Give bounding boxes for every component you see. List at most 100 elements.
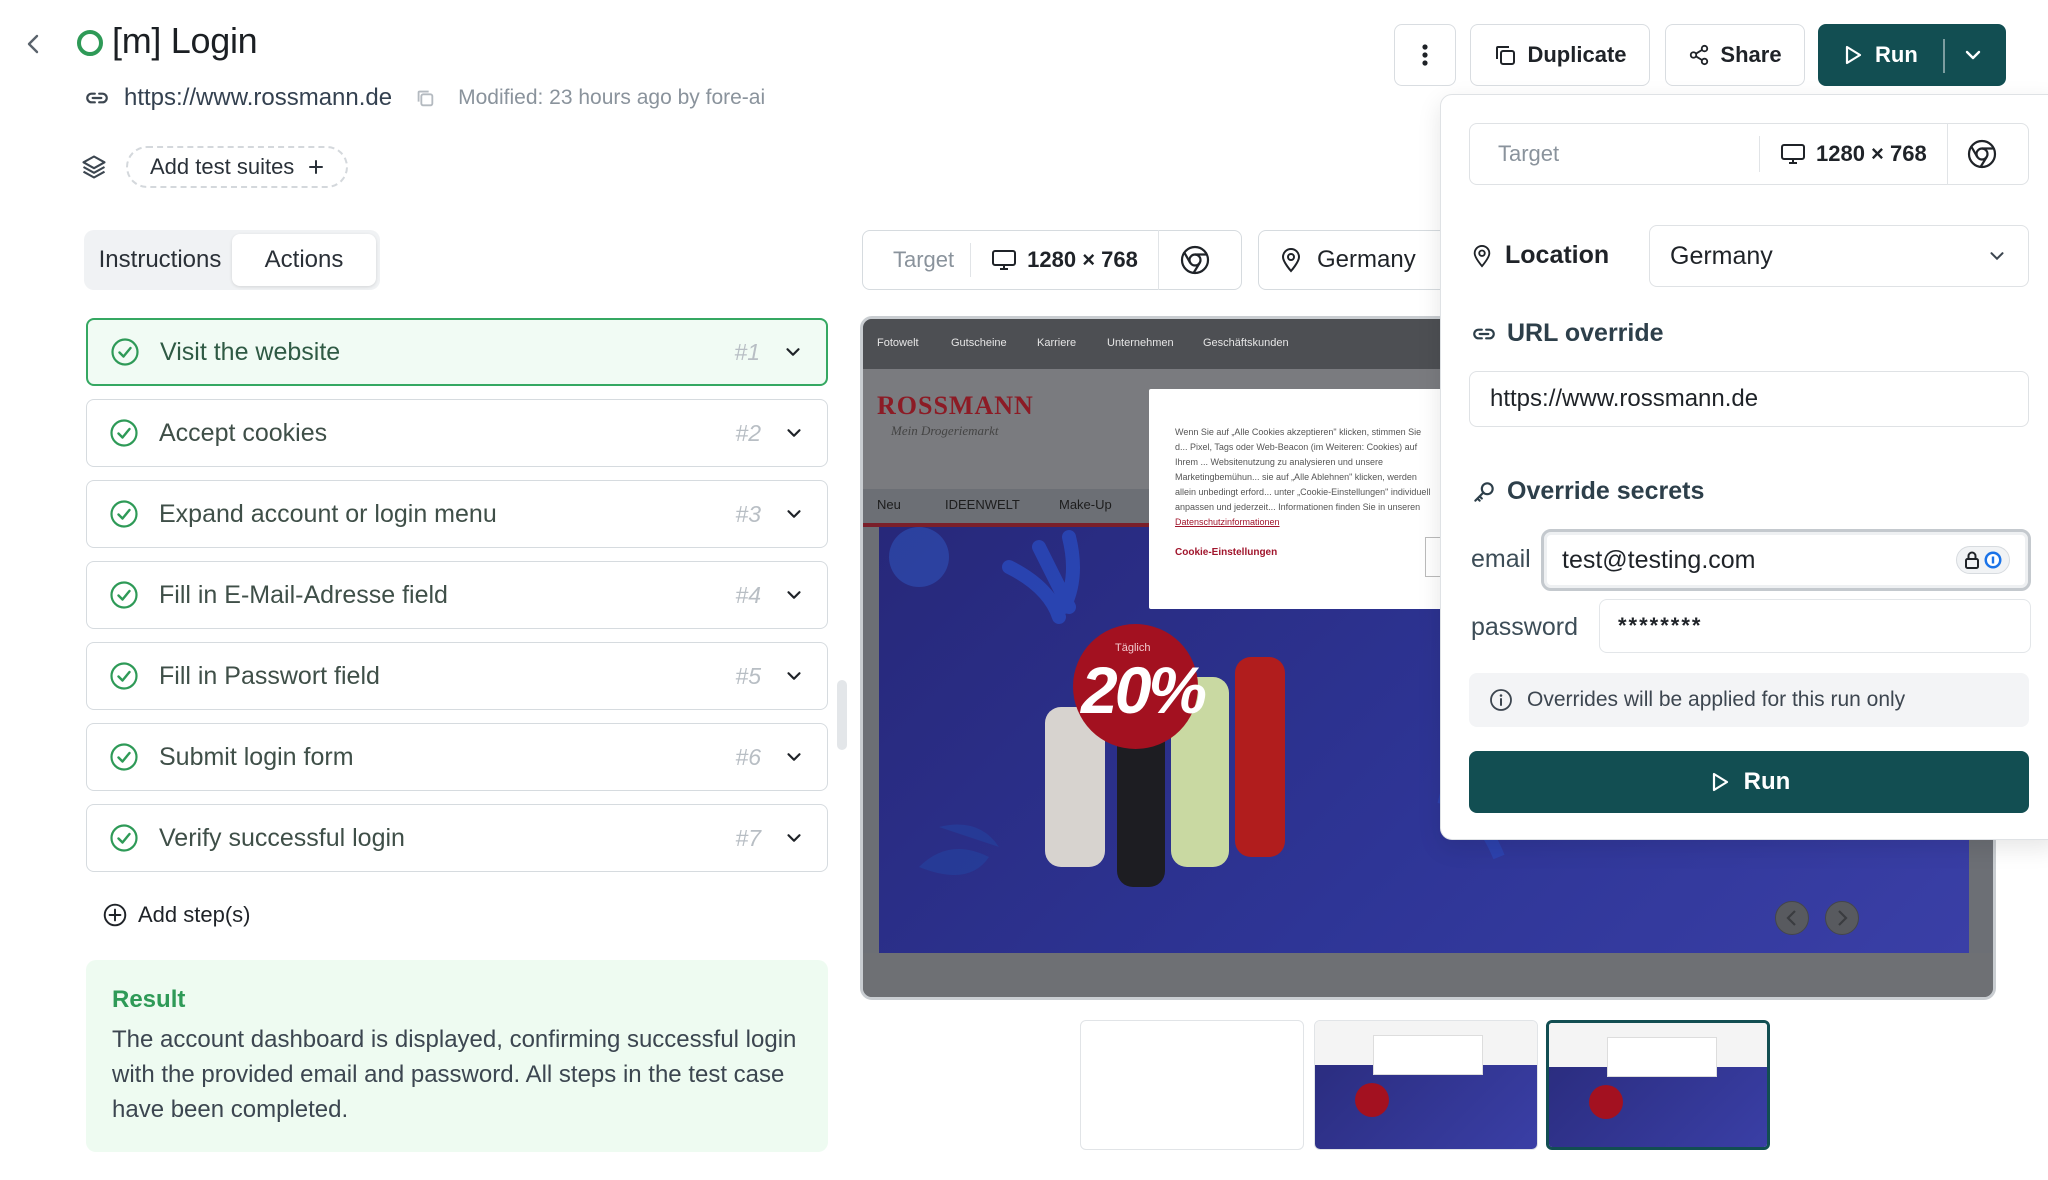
preview-menu-item: Neu: [877, 497, 901, 512]
chevron-down-icon[interactable]: [782, 341, 804, 363]
chevron-down-icon[interactable]: [783, 584, 805, 606]
panel-resolution-value: 1280 × 768: [1816, 141, 1927, 166]
preview-cookie-settings: Cookie-Einstellungen: [1175, 547, 1278, 558]
step-number: #2: [735, 419, 761, 446]
step-item[interactable]: Fill in E-Mail-Adresse field #4: [86, 561, 828, 629]
location-dropdown-value: Germany: [1670, 241, 1773, 270]
back-chevron-icon[interactable]: [22, 32, 46, 56]
resolution-selector[interactable]: 1280 × 768: [971, 230, 1159, 290]
check-circle-icon: [109, 418, 139, 448]
duplicate-label: Duplicate: [1527, 42, 1627, 67]
tab-actions[interactable]: Actions: [232, 234, 376, 286]
screenshot-thumbnail-1[interactable]: [1080, 1020, 1304, 1150]
tab-instructions[interactable]: Instructions: [88, 234, 232, 286]
chevron-down-icon[interactable]: [783, 422, 805, 444]
preview-logo: ROSSMANN: [877, 391, 1034, 420]
link-icon: [84, 85, 110, 111]
url-override-input[interactable]: https://www.rossmann.de: [1469, 371, 2029, 427]
location-label: Location: [1471, 241, 1609, 270]
panel-target-selector[interactable]: Target 1280 × 768: [1469, 123, 2029, 185]
thumbnail-badge: [1589, 1085, 1623, 1119]
target-label: Target: [863, 243, 972, 277]
preview-nav-item: Gutscheine: [951, 337, 1007, 349]
chevron-down-icon[interactable]: [783, 746, 805, 768]
result-box: Result The account dashboard is displaye…: [86, 960, 828, 1152]
test-url-link[interactable]: https://www.rossmann.de: [124, 84, 392, 112]
run-label: Run: [1875, 42, 1918, 67]
preview-nav-item: Geschäftskunden: [1203, 337, 1289, 349]
url-override-label-text: URL override: [1507, 319, 1664, 347]
vertical-dots-icon: [1422, 44, 1428, 66]
modified-text: Modified: 23 hours ago by fore-ai: [458, 86, 766, 109]
override-note-text: Overrides will be applied for this run o…: [1527, 688, 1906, 711]
duplicate-button[interactable]: Duplicate: [1470, 24, 1650, 86]
screenshot-thumbnail-2[interactable]: [1314, 1020, 1538, 1150]
chevron-down-icon[interactable]: [1961, 43, 1985, 67]
thumbnail-dialog: [1373, 1035, 1483, 1075]
preview-menu-item: IDEENWELT: [945, 497, 1020, 512]
chevron-down-icon[interactable]: [783, 827, 805, 849]
preview-location-selector[interactable]: Germany: [1258, 230, 1458, 290]
override-secrets-label-text: Override secrets: [1507, 477, 1705, 505]
step-label: Fill in Passwort field: [159, 661, 380, 690]
preview-target-selector[interactable]: Target 1280 × 768: [862, 230, 1242, 290]
override-note: Overrides will be applied for this run o…: [1469, 673, 2029, 727]
test-suites-row: Add test suites: [80, 146, 349, 188]
preview-nav-item: Fotowelt: [877, 337, 919, 349]
panel-resize-handle[interactable]: [837, 680, 847, 750]
check-circle-icon: [109, 742, 139, 772]
key-icon: [1474, 481, 1494, 502]
step-number: #7: [735, 824, 761, 851]
url-row: https://www.rossmann.de Modified: 23 hou…: [84, 82, 765, 114]
preview-product: [1235, 657, 1285, 857]
email-secret-input[interactable]: test@testing.com: [1541, 529, 2031, 591]
step-item[interactable]: Expand account or login menu #3: [86, 480, 828, 548]
add-step-button[interactable]: Add step(s): [102, 902, 251, 928]
panel-target-label: Target: [1470, 136, 1760, 172]
add-test-suites-button[interactable]: Add test suites: [126, 146, 349, 188]
step-number: #5: [735, 662, 761, 689]
check-circle-icon: [109, 580, 139, 610]
preview-menu-item: Make-Up: [1059, 497, 1112, 512]
add-test-suites-label: Add test suites: [150, 154, 295, 179]
result-title: Result: [112, 986, 186, 1013]
thumbnail-banner: [1549, 1067, 1767, 1147]
location-dropdown[interactable]: Germany: [1649, 225, 2029, 287]
more-options-button[interactable]: [1394, 24, 1456, 86]
chrome-browser-icon[interactable]: [1948, 138, 2016, 170]
chrome-browser-icon[interactable]: [1159, 244, 1231, 276]
step-item[interactable]: Visit the website #1: [86, 318, 828, 386]
step-item[interactable]: Fill in Passwort field #5: [86, 642, 828, 710]
share-icon: [1690, 44, 1709, 66]
layers-icon: [80, 153, 108, 181]
step-item[interactable]: Verify successful login #7: [86, 804, 828, 872]
run-button[interactable]: Run: [1818, 24, 2006, 86]
location-value: Germany: [1317, 246, 1416, 273]
preview-footer-strip: [863, 953, 1993, 997]
preview-logo-subtitle: Mein Drogeriemarkt: [891, 423, 999, 438]
step-label: Expand account or login menu: [159, 499, 497, 528]
location-pin-icon: [1281, 248, 1301, 273]
plus-circle-icon: [103, 903, 127, 927]
play-icon: [1845, 45, 1862, 65]
resolution-value: 1280 × 768: [1027, 247, 1138, 272]
panel-run-button[interactable]: Run: [1469, 751, 2029, 813]
preview-discount-badge: Täglich 20%: [1073, 624, 1207, 749]
preview-cookie-text: Wenn Sie auf „Alle Cookies akzeptieren" …: [1175, 427, 1431, 527]
thumbnail-badge: [1355, 1083, 1389, 1117]
preview-nav-item: Unternehmen: [1107, 337, 1174, 349]
step-item[interactable]: Accept cookies #2: [86, 399, 828, 467]
password-manager-icon[interactable]: [1956, 546, 2010, 574]
chevron-down-icon[interactable]: [783, 665, 805, 687]
screenshot-thumbnail-3[interactable]: [1546, 1020, 1770, 1150]
chevron-down-icon[interactable]: [783, 503, 805, 525]
step-item[interactable]: Submit login form #6: [86, 723, 828, 791]
preview-cookie-link: Datenschutzinformationen: [1175, 517, 1280, 527]
check-circle-icon: [109, 823, 139, 853]
copy-icon[interactable]: [414, 87, 436, 109]
url-override-label: URL override: [1471, 319, 1664, 348]
panel-resolution-selector[interactable]: 1280 × 768: [1760, 123, 1948, 185]
step-label: Visit the website: [160, 337, 341, 366]
share-button[interactable]: Share: [1665, 24, 1805, 86]
password-secret-input[interactable]: ********: [1599, 599, 2031, 653]
